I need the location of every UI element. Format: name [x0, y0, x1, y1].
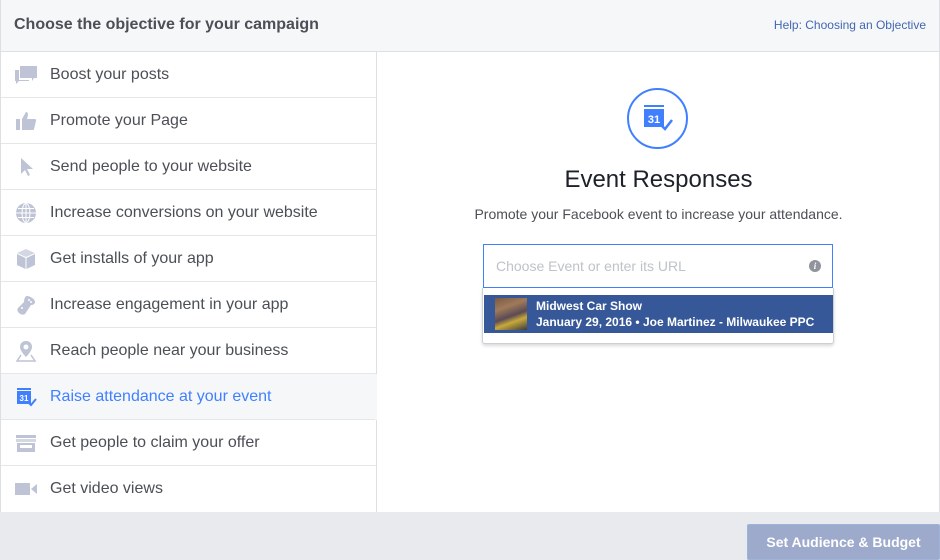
objective-label: Increase engagement in your app	[50, 296, 289, 313]
calendar-check-icon: 31	[627, 88, 688, 149]
event-name: Midwest Car Show	[536, 299, 643, 313]
cube-icon	[14, 248, 38, 270]
objective-label: Get video views	[50, 480, 163, 497]
objective-promote-page[interactable]: Promote your Page	[1, 98, 376, 144]
objective-website-conversions[interactable]: Increase conversions on your website	[1, 190, 376, 236]
calendar-check-icon: 31	[14, 386, 38, 408]
event-details: January 29, 2016 • Joe Martinez - Milwau…	[536, 315, 815, 329]
set-audience-budget-button[interactable]: Set Audience & Budget	[747, 524, 940, 560]
info-icon[interactable]: i	[809, 260, 821, 272]
storefront-icon	[14, 432, 38, 454]
objective-app-installs[interactable]: Get installs of your app	[1, 236, 376, 282]
dialog-header: Choose the objective for your campaign H…	[0, 0, 940, 52]
objective-description: Promote your Facebook event to increase …	[474, 206, 843, 222]
objective-video-views[interactable]: Get video views	[1, 466, 376, 512]
campaign-objective-dialog: Choose the objective for your campaign H…	[0, 0, 940, 560]
calendar-day: 31	[647, 114, 659, 126]
objective-label: Get people to claim your offer	[50, 434, 260, 451]
map-pin-icon	[14, 340, 38, 362]
objective-list: Boost your posts Promote your Page Send …	[0, 52, 377, 512]
objective-offer-claims[interactable]: Get people to claim your offer	[1, 420, 376, 466]
objective-label: Increase conversions on your website	[50, 204, 318, 221]
objective-label: Reach people near your business	[50, 342, 289, 359]
help-link[interactable]: Help: Choosing an Objective	[774, 18, 926, 32]
objective-event-responses[interactable]: 31 Raise attendance at your event	[1, 374, 376, 420]
objective-website-clicks[interactable]: Send people to your website	[1, 144, 376, 190]
video-camera-icon	[14, 478, 38, 500]
event-suggestion-item[interactable]: Midwest Car Show January 29, 2016 • Joe …	[484, 295, 833, 333]
objective-label: Boost your posts	[50, 66, 170, 83]
objective-title: Event Responses	[564, 166, 753, 193]
objective-boost-posts[interactable]: Boost your posts	[1, 52, 376, 98]
objective-label: Get installs of your app	[50, 250, 214, 267]
objective-label: Promote your Page	[50, 112, 188, 129]
objective-label: Raise attendance at your event	[50, 388, 272, 405]
speech-bubbles-icon	[14, 64, 38, 86]
event-search-field: i	[483, 244, 833, 288]
objective-local-awareness[interactable]: Reach people near your business	[1, 328, 376, 374]
dialog-title: Choose the objective for your campaign	[14, 16, 319, 33]
game-controller-icon	[14, 294, 38, 316]
objective-app-engagement[interactable]: Increase engagement in your app	[1, 282, 376, 328]
objective-label: Send people to your website	[50, 158, 252, 175]
event-suggestions-dropdown: Midwest Car Show January 29, 2016 • Joe …	[482, 288, 834, 344]
globe-icon	[14, 202, 38, 224]
objective-detail-panel: 31 Event Responses Promote your Facebook…	[377, 52, 940, 512]
cursor-arrow-icon	[14, 156, 38, 178]
svg-text:31: 31	[20, 394, 29, 403]
thumbs-up-icon	[14, 110, 38, 132]
event-thumbnail	[495, 298, 527, 330]
event-search-input[interactable]	[484, 245, 832, 287]
